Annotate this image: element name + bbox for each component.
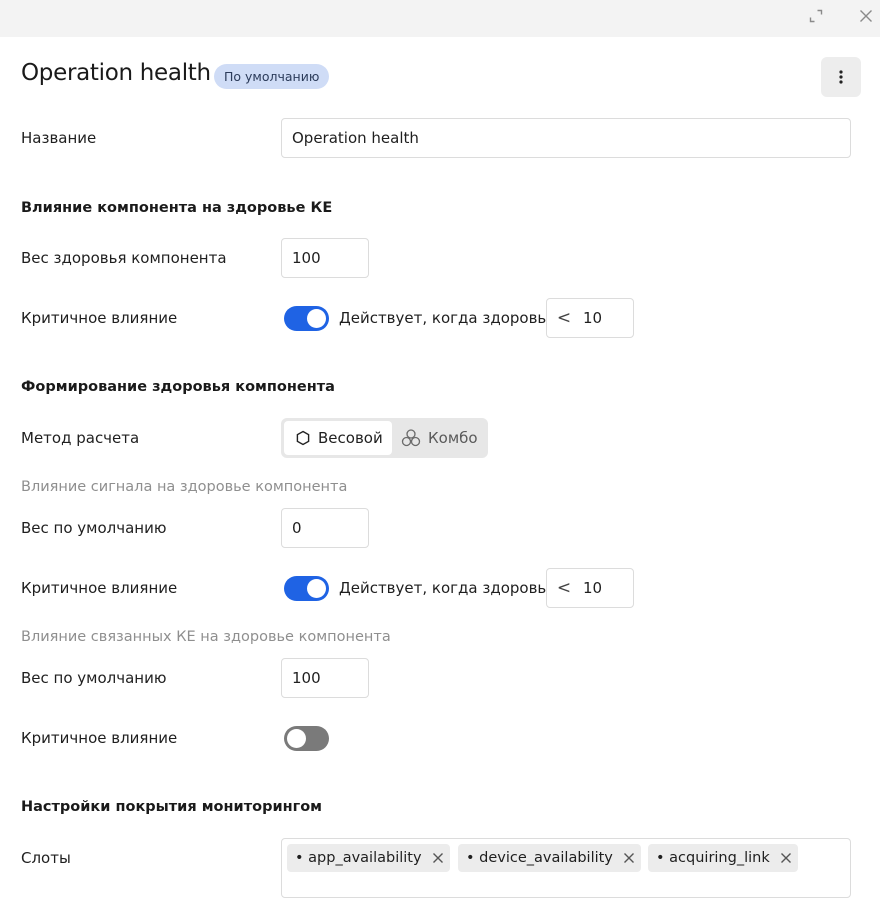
name-input[interactable] <box>281 118 851 158</box>
less-than-operator: < <box>556 308 572 328</box>
slot-chip: • device_availability <box>458 844 641 872</box>
close-icon[interactable] <box>854 4 878 28</box>
slot-chip: • app_availability <box>287 844 450 872</box>
slot-chip-label: • acquiring_link <box>656 850 770 866</box>
more-vertical-icon <box>839 70 843 84</box>
method-option-combo[interactable]: Комбо <box>395 421 485 455</box>
hexagon-icon <box>296 430 310 446</box>
signal-weight-input[interactable] <box>281 508 369 548</box>
critical-condition-text: Действует, когда здоровье <box>339 309 556 327</box>
toggle-knob <box>287 729 306 748</box>
method-label: Метод расчета <box>21 429 140 447</box>
combo-icon <box>401 429 421 447</box>
related-critical-toggle[interactable] <box>284 726 329 751</box>
section-health-forming: Формирование здоровья компонента <box>21 379 335 395</box>
section-monitoring-coverage: Настройки покрытия мониторингом <box>21 799 323 815</box>
method-option-combo-label: Комбо <box>428 429 478 447</box>
signal-critical-threshold-field[interactable]: < <box>546 568 634 608</box>
signal-critical-condition-text: Действует, когда здоровье <box>339 579 556 597</box>
page-title: Operation health <box>21 60 211 86</box>
chip-remove-icon[interactable] <box>623 852 635 864</box>
slots-multiselect[interactable]: • app_availability • device_availability… <box>281 838 851 898</box>
toggle-knob <box>307 579 326 598</box>
signal-critical-label: Критичное влияние <box>21 579 178 597</box>
less-than-operator: < <box>556 578 572 598</box>
more-menu-button[interactable] <box>821 57 861 97</box>
method-option-weighted-label: Весовой <box>318 429 383 447</box>
section-component-influence: Влияние компонента на здоровье КЕ <box>21 200 333 216</box>
component-weight-input[interactable] <box>281 238 369 278</box>
window-topbar <box>0 0 880 37</box>
related-weight-input[interactable] <box>281 658 369 698</box>
signal-influence-sublabel: Влияние сигнала на здоровье компонента <box>21 479 348 495</box>
toggle-knob <box>307 309 326 328</box>
signal-weight-label: Вес по умолчанию <box>21 519 167 537</box>
chip-remove-icon[interactable] <box>432 852 444 864</box>
related-influence-sublabel: Влияние связанных КЕ на здоровье компоне… <box>21 629 391 645</box>
related-weight-label: Вес по умолчанию <box>21 669 167 687</box>
related-critical-label: Критичное влияние <box>21 729 178 747</box>
signal-critical-toggle[interactable] <box>284 576 329 601</box>
method-option-weighted[interactable]: Весовой <box>284 421 392 455</box>
critical-label: Критичное влияние <box>21 309 178 327</box>
slots-label: Слоты <box>21 849 71 867</box>
slot-chip: • acquiring_link <box>648 844 798 872</box>
critical-threshold-field[interactable]: < <box>546 298 634 338</box>
slot-chip-label: • device_availability <box>466 850 613 866</box>
name-label: Название <box>21 129 97 147</box>
slot-chip-label: • app_availability <box>295 850 422 866</box>
expand-icon[interactable] <box>804 4 828 28</box>
default-badge: По умолчанию <box>214 64 330 89</box>
critical-threshold-input[interactable] <box>581 308 629 328</box>
chip-remove-icon[interactable] <box>780 852 792 864</box>
critical-toggle[interactable] <box>284 306 329 331</box>
component-weight-label: Вес здоровья компонента <box>21 249 227 267</box>
signal-critical-threshold-input[interactable] <box>581 578 629 598</box>
method-segmented-control: Весовой Комбо <box>281 418 488 458</box>
